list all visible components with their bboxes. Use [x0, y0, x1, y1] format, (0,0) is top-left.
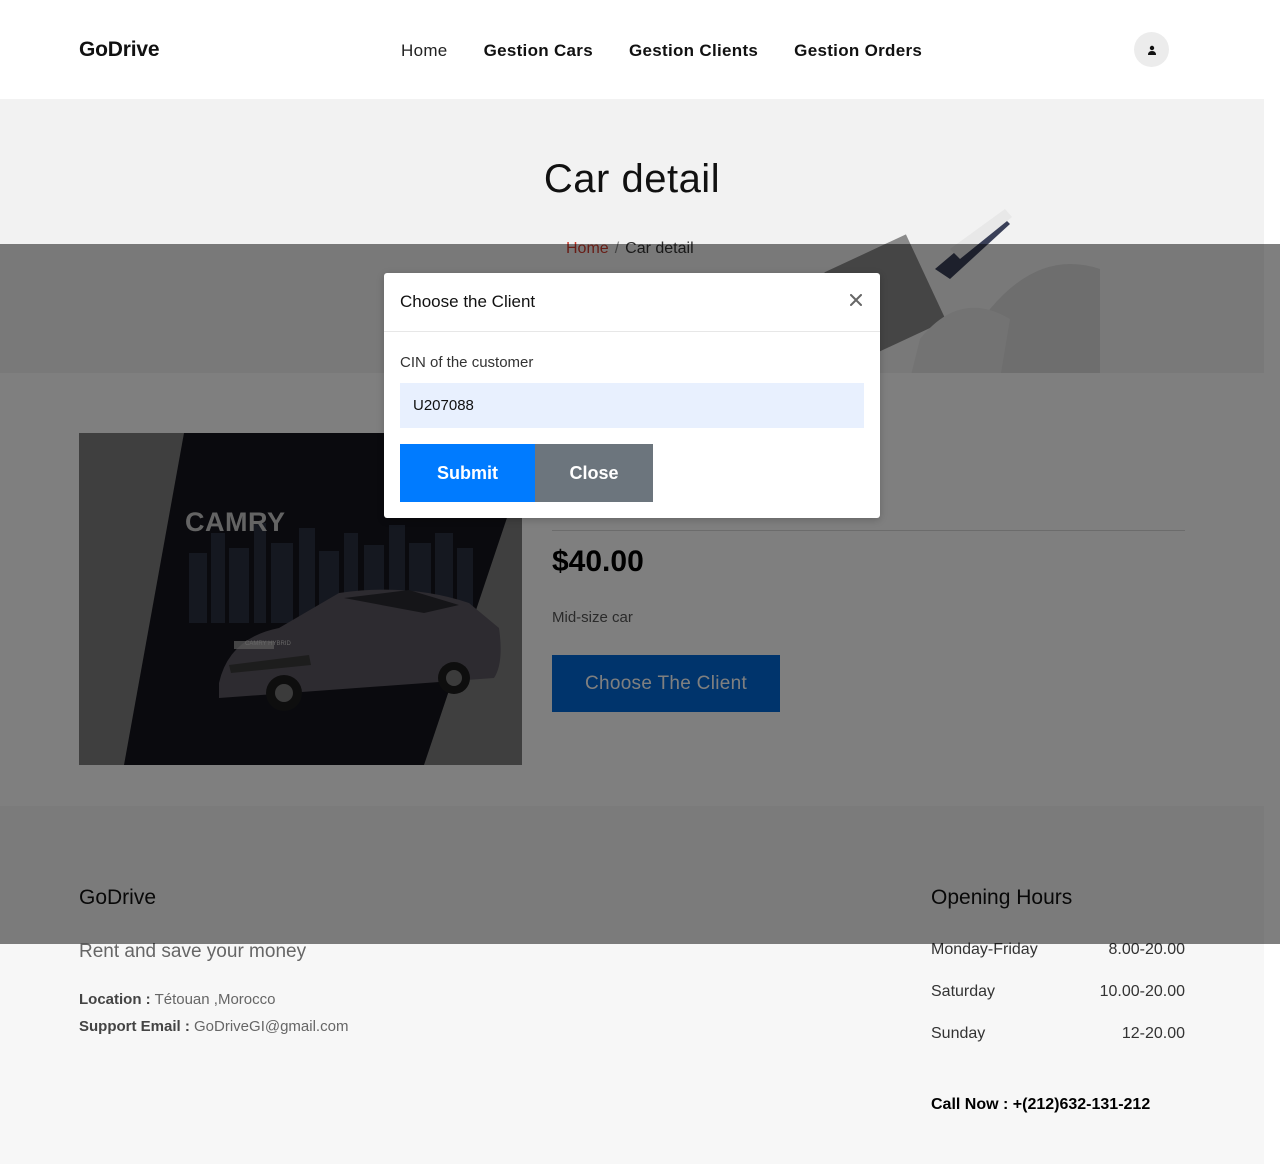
hours-row: Sunday 12-20.00	[931, 1025, 1185, 1043]
hours-day: Sunday	[931, 1025, 986, 1042]
site-header: GoDrive Home Gestion Cars Gestion Client…	[0, 0, 1264, 99]
footer-location-value: Tétouan ,Morocco	[154, 991, 276, 1008]
close-icon[interactable]	[847, 291, 865, 309]
nav-gestion-cars[interactable]: Gestion Cars	[484, 41, 593, 61]
footer-location: Location : Tétouan ,Morocco	[79, 991, 275, 1008]
nav-gestion-clients[interactable]: Gestion Clients	[629, 41, 758, 61]
cin-field-label: CIN of the customer	[400, 354, 534, 371]
footer-location-label: Location :	[79, 991, 151, 1008]
nav-gestion-orders[interactable]: Gestion Orders	[794, 41, 922, 61]
footer-call-now[interactable]: Call Now : +(212)632-131-212	[931, 1096, 1150, 1114]
site-logo[interactable]: GoDrive	[79, 38, 159, 62]
footer-slogan: Rent and save your money	[79, 941, 307, 962]
submit-button[interactable]: Submit	[400, 444, 535, 502]
modal-title: Choose the Client	[400, 292, 536, 311]
user-menu-button[interactable]	[1134, 32, 1169, 67]
footer-email-label: Support Email :	[79, 1018, 190, 1035]
footer-email-value[interactable]: GoDriveGI@gmail.com	[194, 1018, 348, 1035]
footer-email: Support Email : GoDriveGI@gmail.com	[79, 1018, 348, 1035]
main-nav: Home Gestion Cars Gestion Clients Gestio…	[401, 41, 922, 61]
modal-header: Choose the Client	[384, 273, 880, 332]
nav-home[interactable]: Home	[401, 41, 448, 61]
user-icon	[1147, 45, 1156, 55]
close-button[interactable]: Close	[535, 444, 653, 502]
hours-time: 12-20.00	[1121, 1025, 1185, 1042]
hours-row: Saturday 10.00-20.00	[931, 983, 1185, 1001]
hours-time: 10.00-20.00	[1099, 983, 1185, 1000]
cin-input[interactable]	[400, 383, 864, 428]
choose-client-modal: Choose the Client CIN of the customer Su…	[384, 273, 880, 518]
close-x-glyph	[850, 294, 862, 306]
hours-day: Saturday	[931, 983, 996, 1000]
